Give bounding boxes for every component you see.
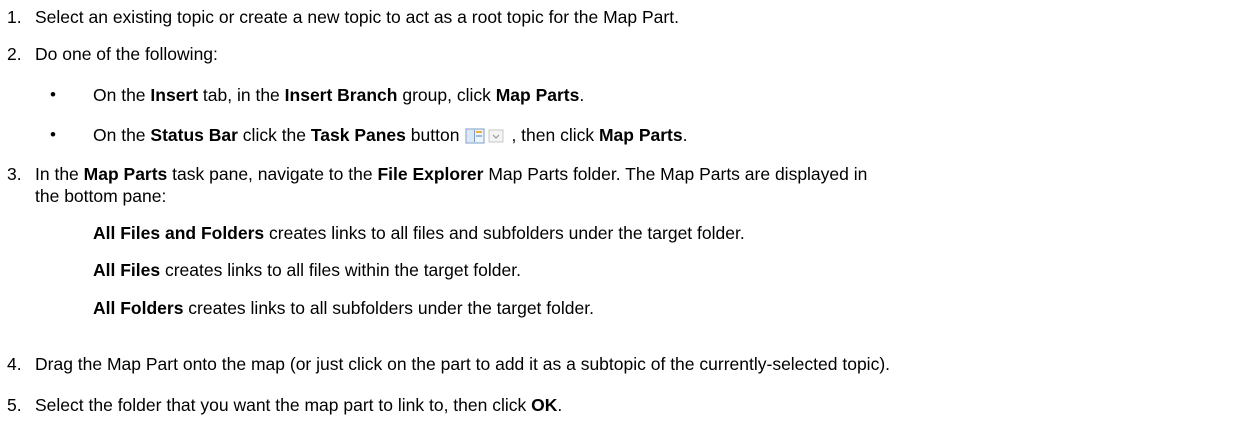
ui-term: Task Panes bbox=[310, 125, 406, 145]
step-text: In the Map Parts task pane, navigate to … bbox=[35, 164, 868, 184]
ui-term: Insert bbox=[150, 85, 199, 105]
step-number: 1. bbox=[7, 7, 22, 27]
bullet-glyph: • bbox=[50, 125, 56, 144]
ui-term: Map Parts bbox=[495, 85, 580, 105]
step-number: 2. bbox=[7, 44, 22, 64]
ui-term: OK bbox=[531, 395, 558, 415]
map-part-name: All Folders bbox=[93, 298, 184, 318]
ui-term: File Explorer bbox=[377, 164, 484, 184]
task-panes-button-icon bbox=[465, 127, 507, 149]
map-part-description: creates links to all files and subfolder… bbox=[264, 223, 745, 243]
map-part-name: All Files and Folders bbox=[93, 223, 265, 243]
ui-term: Map Parts bbox=[83, 164, 168, 184]
ui-term: Insert Branch bbox=[284, 85, 398, 105]
step-text: Select an existing topic or create a new… bbox=[35, 7, 679, 27]
step-number: 5. bbox=[7, 395, 22, 415]
map-part-description: creates links to all subfolders under th… bbox=[183, 298, 594, 318]
map-part-description: creates links to all files within the ta… bbox=[160, 260, 521, 280]
ui-term: Map Parts bbox=[598, 125, 683, 145]
bullet-glyph: • bbox=[50, 85, 56, 104]
ui-term: Status Bar bbox=[150, 125, 238, 145]
step-number: 3. bbox=[7, 164, 22, 184]
bullet-text: On the Status Bar click the Task Panes b… bbox=[93, 124, 688, 149]
map-part-name: All Files bbox=[93, 260, 161, 280]
step-text: Select the folder that you want the map … bbox=[35, 395, 563, 415]
step-number: 4. bbox=[7, 354, 22, 374]
bullet-text: On the Insert tab, in the Insert Branch … bbox=[93, 85, 585, 105]
step-text: Drag the Map Part onto the map (or just … bbox=[35, 354, 891, 374]
step-text: Do one of the following: bbox=[35, 44, 218, 64]
